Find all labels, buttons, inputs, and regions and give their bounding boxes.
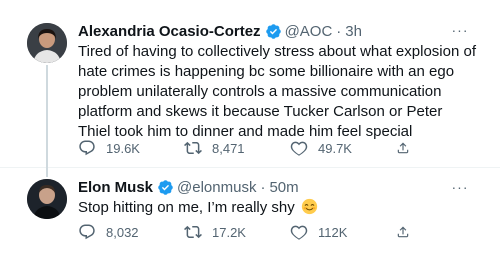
retweet-count: 8,471 — [212, 140, 245, 156]
avatar[interactable] — [27, 23, 67, 63]
timeline: Alexandria Ocasio-Cortez @AOC · 3h ··· T… — [0, 0, 500, 257]
tweet-actions: 19.6K 8,471 49.7K — [78, 138, 420, 158]
share-icon — [397, 142, 409, 154]
tweet-text-content: Stop hitting on me, I’m really shy — [78, 199, 295, 216]
reply-icon — [79, 224, 95, 240]
retweet-button[interactable]: 8,471 — [184, 139, 290, 157]
timestamp[interactable]: 50m — [269, 179, 298, 196]
tweet[interactable]: Alexandria Ocasio-Cortez @AOC · 3h ··· T… — [0, 0, 500, 177]
author-name[interactable]: Alexandria Ocasio-Cortez — [78, 23, 261, 40]
more-icon[interactable]: ··· — [450, 20, 470, 40]
share-icon — [397, 226, 409, 238]
reply-icon — [79, 140, 95, 156]
share-button[interactable] — [396, 223, 420, 241]
tweet-actions: 8,032 17.2K 112K — [78, 222, 420, 242]
reply-count: 8,032 — [106, 224, 139, 240]
tweet-text: Stop hitting on me, I’m really shy — [78, 198, 478, 221]
separator-dot: · — [336, 22, 342, 40]
timestamp[interactable]: 3h — [345, 23, 362, 40]
blushing-face-icon — [301, 198, 318, 221]
like-button[interactable]: 112K — [290, 223, 396, 241]
reply-count: 19.6K — [106, 140, 140, 156]
tweet-text: Tired of having to collectively stress a… — [78, 43, 476, 140]
thread-line — [46, 65, 48, 177]
author-handle[interactable]: @AOC — [285, 23, 333, 40]
retweet-icon — [184, 225, 202, 239]
tweet[interactable]: Elon Musk @elonmusk · 50m ··· Stop hitti… — [0, 168, 500, 257]
separator-dot: · — [260, 178, 266, 196]
tweet-header: Elon Musk @elonmusk · 50m — [78, 177, 299, 197]
like-count: 112K — [318, 224, 348, 240]
verified-badge-icon — [265, 23, 282, 40]
retweet-icon — [184, 141, 202, 155]
share-button[interactable] — [396, 139, 420, 157]
retweet-count: 17.2K — [212, 224, 246, 240]
retweet-button[interactable]: 17.2K — [184, 223, 290, 241]
reply-button[interactable]: 8,032 — [78, 223, 184, 241]
reply-button[interactable]: 19.6K — [78, 139, 184, 157]
like-icon — [290, 141, 308, 156]
like-count: 49.7K — [318, 140, 352, 156]
like-button[interactable]: 49.7K — [290, 139, 396, 157]
like-icon — [290, 225, 308, 240]
verified-badge-icon — [157, 179, 174, 196]
author-handle[interactable]: @elonmusk — [177, 179, 256, 196]
tweet-header: Alexandria Ocasio-Cortez @AOC · 3h — [78, 21, 362, 41]
author-name[interactable]: Elon Musk — [78, 179, 153, 196]
avatar[interactable] — [27, 179, 67, 219]
more-icon[interactable]: ··· — [450, 177, 470, 197]
